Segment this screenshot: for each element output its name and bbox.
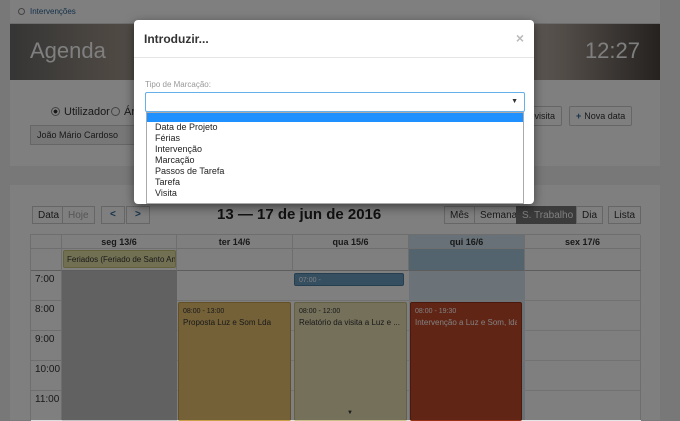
dropdown-option-highlighted[interactable] [147, 113, 523, 122]
dropdown-option[interactable]: Data de Projeto [147, 122, 523, 133]
insert-modal: Introduzir... × Tipo de Marcação: ▼ Data… [134, 20, 534, 204]
modal-header: Introduzir... × [134, 20, 534, 58]
caret-down-icon: ▼ [511, 98, 518, 105]
tipo-marcacao-select[interactable]: ▼ [145, 92, 525, 112]
dropdown-option[interactable]: Tarefa [147, 177, 523, 188]
dropdown-option[interactable]: Intervenção [147, 144, 523, 155]
dropdown-option[interactable]: Passos de Tarefa [147, 166, 523, 177]
dropdown-option[interactable]: Visita [147, 188, 523, 199]
field-label: Tipo de Marcação: [145, 80, 211, 89]
modal-title: Introduzir... [144, 32, 209, 46]
dropdown-option[interactable]: Marcação [147, 155, 523, 166]
dropdown-option[interactable]: Férias [147, 133, 523, 144]
dropdown-list: Data de Projeto Férias Intervenção Marca… [146, 112, 524, 204]
close-icon[interactable]: × [516, 30, 524, 46]
